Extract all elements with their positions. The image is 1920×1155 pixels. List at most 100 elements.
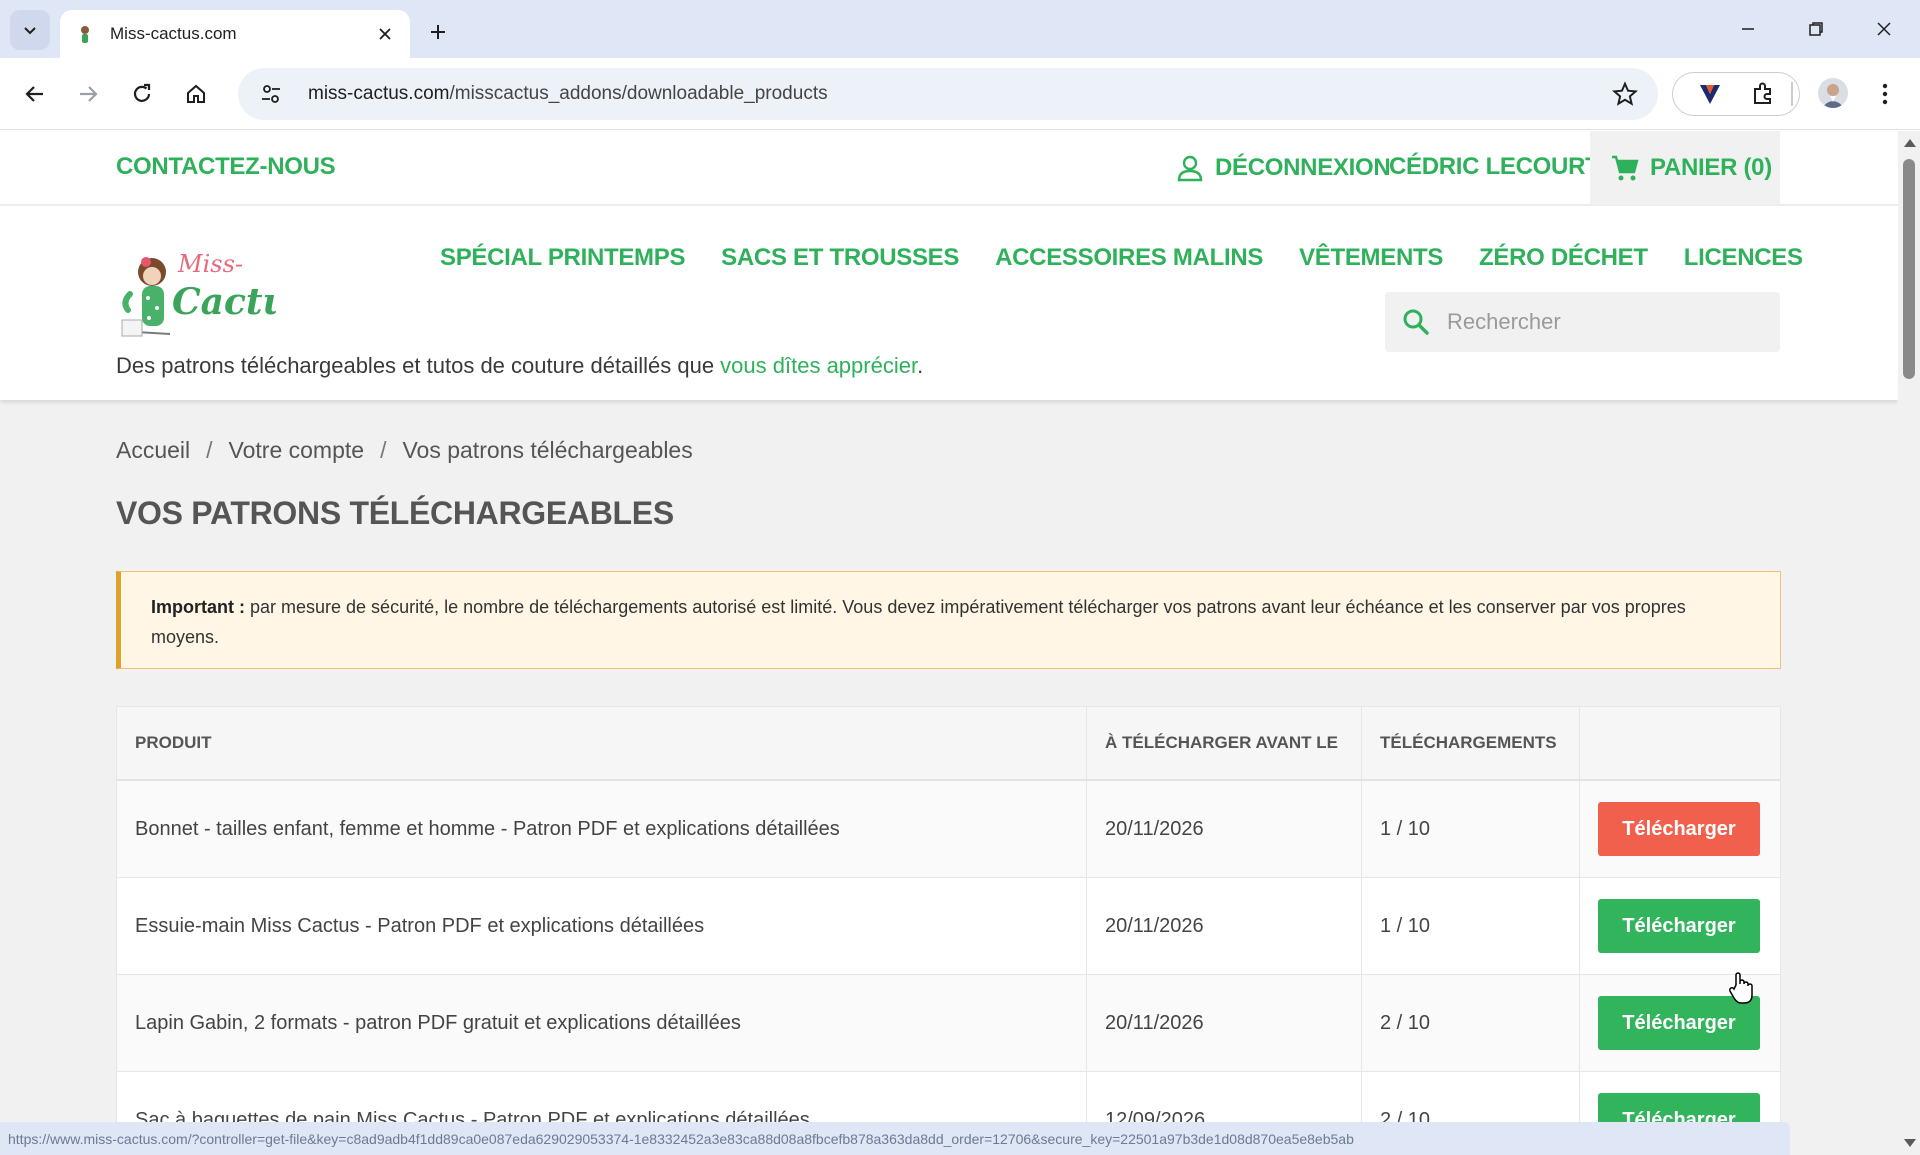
url-path: /misscactus_addons/downloadable_products bbox=[449, 83, 828, 104]
header-actions bbox=[1580, 707, 1780, 779]
nav-item-special-printemps[interactable]: SPÉCIAL PRINTEMPS bbox=[440, 244, 685, 272]
table-body: Bonnet - tailles enfant, femme et homme … bbox=[117, 781, 1780, 1155]
breadcrumb-separator: / bbox=[380, 437, 387, 463]
reload-icon bbox=[133, 83, 151, 102]
logout-label: DÉCONNEXION bbox=[1215, 154, 1391, 181]
download-count: 2 / 10 bbox=[1362, 975, 1580, 1071]
header-deadline: À TÉLÉCHARGER AVANT LE bbox=[1087, 707, 1362, 779]
actions-cell: Télécharger bbox=[1580, 781, 1780, 877]
reload-button[interactable] bbox=[122, 74, 162, 114]
site-logo[interactable]: Miss- Cactus bbox=[116, 242, 309, 342]
back-icon bbox=[25, 86, 43, 102]
table-header: PRODUIT À TÉLÉCHARGER AVANT LE TÉLÉCHARG… bbox=[117, 707, 1780, 781]
minimize-icon bbox=[1742, 28, 1754, 30]
alert-label: Important : bbox=[151, 597, 245, 617]
url-text: miss-cactus.com/misscactus_addons/downlo… bbox=[308, 83, 828, 105]
back-button[interactable] bbox=[15, 74, 55, 114]
table-row: Lapin Gabin, 2 formats - patron PDF grat… bbox=[117, 975, 1780, 1072]
extensions-group bbox=[1672, 72, 1800, 116]
security-alert: Important : par mesure de sécurité, le n… bbox=[116, 571, 1781, 669]
product-name: Lapin Gabin, 2 formats - patron PDF grat… bbox=[117, 975, 1087, 1071]
actions-cell: Télécharger bbox=[1580, 878, 1780, 974]
site-topbar: CONTACTEZ-NOUS DÉCONNEXION CÉDRIC LECOUR… bbox=[0, 131, 1898, 205]
tune-icon[interactable] bbox=[258, 81, 284, 107]
favicon-icon bbox=[74, 23, 96, 45]
site-tagline: Des patrons téléchargeables et tutos de … bbox=[116, 353, 923, 379]
search-icon bbox=[1403, 309, 1429, 335]
contact-link[interactable]: CONTACTEZ-NOUS bbox=[116, 153, 336, 181]
scrollbar-thumb[interactable] bbox=[1903, 159, 1915, 379]
user-icon bbox=[1177, 155, 1203, 182]
cart-label: PANIER (0) bbox=[1650, 154, 1772, 181]
address-bar[interactable]: miss-cactus.com/misscactus_addons/downlo… bbox=[238, 68, 1658, 120]
nav-item-zero-dechet[interactable]: ZÉRO DÉCHET bbox=[1479, 244, 1648, 272]
nav-item-sacs-trousses[interactable]: SACS ET TROUSSES bbox=[721, 244, 959, 272]
header-product: PRODUIT bbox=[117, 707, 1087, 779]
star-icon[interactable] bbox=[1612, 81, 1638, 107]
downloads-table: PRODUIT À TÉLÉCHARGER AVANT LE TÉLÉCHARG… bbox=[116, 706, 1781, 1155]
logout-link[interactable]: DÉCONNEXION bbox=[1175, 153, 1391, 183]
forward-icon bbox=[80, 86, 98, 102]
alert-text: par mesure de sécurité, le nombre de tél… bbox=[151, 597, 1686, 647]
url-domain: miss-cactus.com bbox=[308, 83, 450, 104]
nav-item-accessoires[interactable]: ACCESSOIRES MALINS bbox=[995, 244, 1263, 272]
status-bar: https://www.miss-cactus.com/?controller=… bbox=[0, 1122, 1790, 1155]
restore-button[interactable] bbox=[1786, 6, 1846, 52]
nav-item-vetements[interactable]: VÊTEMENTS bbox=[1299, 244, 1443, 272]
table-row: Bonnet - tailles enfant, femme et homme … bbox=[117, 781, 1780, 878]
chevron-down-icon bbox=[24, 27, 36, 35]
window-close-button[interactable] bbox=[1854, 6, 1914, 52]
tagline-period: . bbox=[917, 353, 924, 378]
logo-miss-text: Miss- bbox=[177, 250, 243, 278]
close-icon[interactable] bbox=[374, 23, 396, 45]
cart-button[interactable]: PANIER (0) bbox=[1590, 131, 1780, 205]
breadcrumb-account[interactable]: Votre compte bbox=[229, 437, 365, 464]
close-icon bbox=[1877, 22, 1891, 36]
home-icon bbox=[187, 84, 205, 103]
header-downloads: TÉLÉCHARGEMENTS bbox=[1362, 707, 1580, 779]
main-nav: SPÉCIAL PRINTEMPS SACS ET TROUSSES ACCES… bbox=[440, 244, 1803, 272]
account-name-link[interactable]: CÉDRIC LECOURT bbox=[1389, 153, 1600, 181]
search-placeholder: Rechercher bbox=[1447, 309, 1561, 334]
site-header: Miss- Cactus SPÉCIAL PRINTEMPS SACS ET T… bbox=[0, 206, 1898, 400]
restore-icon bbox=[1809, 22, 1823, 36]
toolbar-divider bbox=[1791, 82, 1793, 106]
breadcrumb-separator: / bbox=[206, 437, 213, 463]
table-row: Essuie-main Miss Cactus - Patron PDF et … bbox=[117, 878, 1780, 975]
breadcrumb: Accueil / Votre compte / Vos patrons tél… bbox=[116, 437, 693, 464]
download-button[interactable]: Télécharger bbox=[1598, 899, 1760, 953]
home-button[interactable] bbox=[176, 74, 216, 114]
forward-button[interactable] bbox=[68, 74, 108, 114]
scroll-down-arrow[interactable] bbox=[1904, 1139, 1916, 1147]
product-name: Essuie-main Miss Cactus - Patron PDF et … bbox=[117, 878, 1087, 974]
breadcrumb-current: Vos patrons téléchargeables bbox=[402, 437, 693, 463]
new-tab-button[interactable] bbox=[420, 14, 456, 50]
hand-cursor-icon bbox=[1729, 972, 1753, 1004]
product-name: Bonnet - tailles enfant, femme et homme … bbox=[117, 781, 1087, 877]
browser-toolbar: miss-cactus.com/misscactus_addons/downlo… bbox=[0, 58, 1920, 130]
tab-search-button[interactable] bbox=[10, 10, 50, 50]
minimize-button[interactable] bbox=[1718, 6, 1778, 52]
logo-cactus-text: Cactus bbox=[172, 281, 276, 323]
page-viewport: CONTACTEZ-NOUS DÉCONNEXION CÉDRIC LECOUR… bbox=[0, 131, 1898, 1155]
tab-title: Miss-cactus.com bbox=[110, 24, 237, 43]
nav-item-licences[interactable]: LICENCES bbox=[1684, 244, 1803, 272]
browser-tab[interactable]: Miss-cactus.com bbox=[60, 10, 410, 58]
tab-strip: Miss-cactus.com bbox=[0, 0, 1920, 58]
page-title: VOS PATRONS TÉLÉCHARGEABLES bbox=[116, 495, 674, 531]
breadcrumb-home[interactable]: Accueil bbox=[116, 437, 190, 464]
deadline-date: 20/11/2026 bbox=[1087, 975, 1362, 1071]
download-button[interactable]: Télécharger bbox=[1598, 802, 1760, 856]
download-count: 1 / 10 bbox=[1362, 781, 1580, 877]
avatar[interactable] bbox=[1818, 78, 1848, 108]
tagline-link[interactable]: vous dîtes apprécier bbox=[720, 353, 917, 378]
kebab-icon[interactable] bbox=[1870, 76, 1900, 112]
search-input[interactable]: Rechercher bbox=[1385, 292, 1780, 352]
deadline-date: 20/11/2026 bbox=[1087, 781, 1362, 877]
plus-icon bbox=[431, 25, 445, 39]
page-scrollbar[interactable] bbox=[1898, 131, 1920, 1155]
scroll-up-arrow[interactable] bbox=[1904, 139, 1916, 147]
extension-v-icon[interactable] bbox=[1697, 81, 1723, 107]
puzzle-icon[interactable] bbox=[1750, 81, 1776, 107]
download-count: 1 / 10 bbox=[1362, 878, 1580, 974]
